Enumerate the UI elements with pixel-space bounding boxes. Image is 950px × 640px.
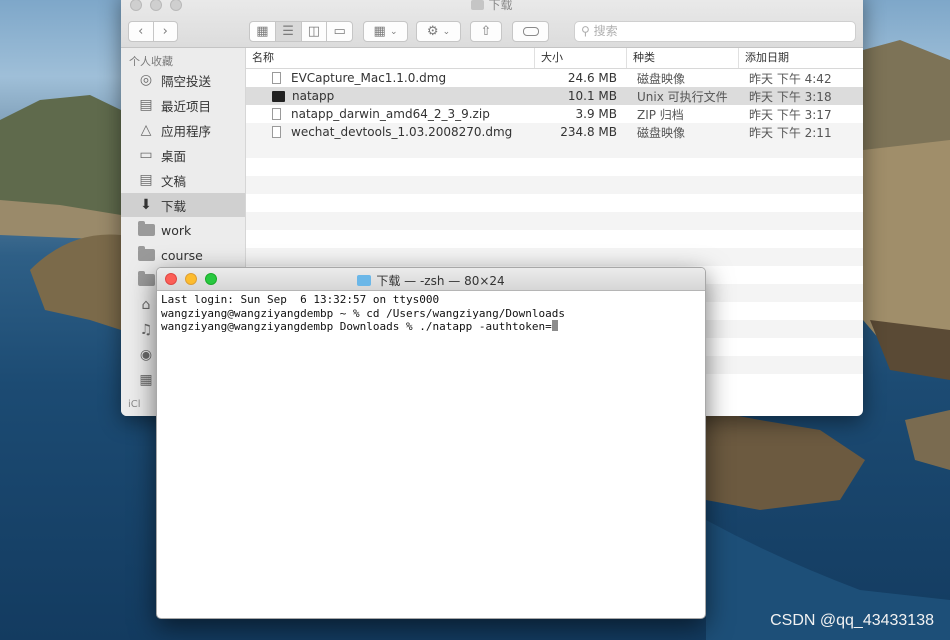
column-date[interactable]: 添加日期: [739, 48, 863, 68]
watermark: CSDN @qq_43433138: [770, 612, 934, 629]
airdrop-icon: ◎: [139, 72, 153, 88]
sidebar-item-work[interactable]: work: [121, 218, 245, 242]
column-header: 名称 大小 种类 添加日期: [246, 48, 863, 69]
desktop-icon: ▭: [139, 147, 153, 163]
table-row[interactable]: natapp_darwin_amd64_2_3_9.zip 3.9 MB ZIP…: [246, 105, 863, 123]
grid-icon: ▦: [373, 24, 386, 39]
gear-icon: ⚙: [426, 24, 439, 39]
action-button[interactable]: ⚙ ⌄: [416, 21, 461, 42]
finder-title: 下载: [121, 0, 863, 13]
back-button[interactable]: ‹: [129, 22, 154, 41]
finder-toolbar: 下载 ‹ › ▦ ☰ ◫ ▭ ▦ ⌄ ⚙ ⌄ ⇧ ⚲ 搜索: [121, 0, 863, 48]
executable-icon: [272, 90, 285, 102]
column-kind[interactable]: 种类: [627, 48, 739, 68]
disk-image-icon: [272, 126, 281, 138]
camera-icon: ◉: [139, 347, 153, 363]
terminal-window: 下载 — -zsh — 80×24 Last login: Sun Sep 6 …: [156, 267, 706, 619]
text-cursor: [551, 320, 558, 331]
group-by-button[interactable]: ▦ ⌄: [363, 21, 408, 42]
search-input[interactable]: ⚲ 搜索: [574, 21, 856, 42]
column-name[interactable]: 名称: [246, 48, 535, 68]
column-view-icon[interactable]: ◫: [302, 22, 328, 41]
chevron-down-icon: ⌄: [442, 26, 451, 37]
share-button[interactable]: ⇧: [470, 21, 502, 42]
music-icon: ♫: [139, 322, 153, 338]
folder-icon: [137, 221, 155, 236]
sidebar-item-desktop[interactable]: ▭ 桌面: [121, 143, 245, 167]
sidebar-item-downloads[interactable]: ⬇ 下载: [121, 193, 245, 217]
view-mode-buttons: ▦ ☰ ◫ ▭: [249, 21, 353, 42]
gallery-view-icon[interactable]: ▭: [327, 22, 352, 41]
terminal-line: wangziyang@wangziyangdembp ~ % cd /Users…: [161, 306, 565, 320]
zip-icon: [272, 108, 281, 120]
sidebar-item-recents[interactable]: ▤ 最近项目: [121, 93, 245, 117]
chevron-down-icon: ⌄: [389, 26, 398, 37]
search-icon: ⚲: [581, 24, 590, 38]
file-rows: EVCapture_Mac1.1.0.dmg 24.6 MB 磁盘映像 昨天 下…: [246, 69, 863, 141]
table-row[interactable]: wechat_devtools_1.03.2008270.dmg 234.8 M…: [246, 123, 863, 141]
table-row[interactable]: EVCapture_Mac1.1.0.dmg 24.6 MB 磁盘映像 昨天 下…: [246, 69, 863, 87]
sidebar-item-course[interactable]: course: [121, 243, 245, 267]
terminal-title: 下载 — -zsh — 80×24: [157, 272, 705, 289]
file-list: 名称 大小 种类 添加日期 EVCapture_Mac1.1.0.dmg 24.…: [246, 48, 863, 141]
home-icon: ⌂: [141, 297, 151, 313]
terminal-titlebar: 下载 — -zsh — 80×24: [157, 268, 705, 291]
back-forward-buttons: ‹ ›: [128, 21, 178, 42]
applications-icon: △: [140, 122, 152, 138]
sidebar-item-documents[interactable]: ▤ 文稿: [121, 168, 245, 192]
terminal-input-line[interactable]: wangziyang@wangziyangdembp Downloads % .…: [161, 320, 701, 334]
share-icon: ⇧: [480, 24, 492, 39]
folder-icon: [137, 271, 155, 286]
table-row[interactable]: natapp 10.1 MB Unix 可执行文件 昨天 下午 3:18: [246, 87, 863, 105]
forward-button[interactable]: ›: [154, 22, 178, 41]
sidebar-heading: 个人收藏: [129, 55, 173, 68]
film-icon: ▦: [139, 372, 153, 388]
disk-image-icon: [272, 72, 281, 84]
tags-button[interactable]: [512, 21, 549, 42]
folder-icon: [357, 275, 372, 286]
documents-icon: ▤: [139, 172, 153, 188]
folder-icon: [471, 0, 485, 10]
recents-icon: ▤: [139, 97, 153, 113]
sidebar-item-airdrop[interactable]: ◎ 隔空投送: [121, 68, 245, 92]
downloads-icon: ⬇: [140, 197, 152, 213]
terminal-output[interactable]: Last login: Sun Sep 6 13:32:57 on ttys00…: [157, 291, 705, 336]
sidebar-item-applications[interactable]: △ 应用程序: [121, 118, 245, 142]
terminal-line: Last login: Sun Sep 6 13:32:57 on ttys00…: [161, 293, 440, 306]
sidebar-footer: iCl: [128, 399, 141, 410]
list-view-icon[interactable]: ☰: [275, 22, 302, 41]
folder-icon: [137, 246, 155, 261]
tag-icon: [522, 27, 539, 36]
icon-view-icon[interactable]: ▦: [250, 22, 276, 41]
column-size[interactable]: 大小: [535, 48, 627, 68]
